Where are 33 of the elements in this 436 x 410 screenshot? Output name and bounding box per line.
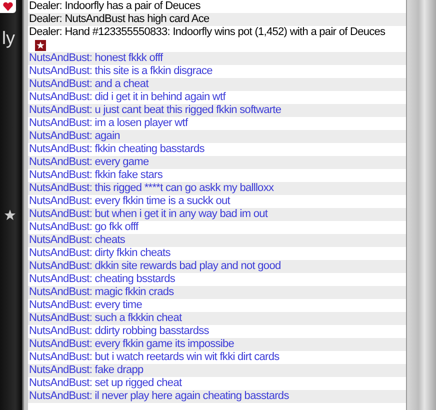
chat-message: NutsAndBust: every time bbox=[29, 299, 142, 311]
chat-message: NutsAndBust: cheating bsstards bbox=[29, 273, 176, 285]
chat-message: NutsAndBust: but i watch reetards win wit fkki dirt cards bbox=[29, 351, 280, 363]
chat-message: NutsAndBust: il never play here again cheating basstards bbox=[29, 390, 289, 402]
chat-message: NutsAndBust: every fkkin time is a suckk out bbox=[29, 195, 230, 207]
chat-message: NutsAndBust: but when i get it in any way bad im out bbox=[29, 208, 268, 220]
chat-message: NutsAndBust: cheats bbox=[29, 234, 126, 246]
dealer-message: Dealer: Indoorfly has a pair of Deuces bbox=[29, 0, 200, 12]
dealer-message: Dealer: NutsAndBust has high card Ace bbox=[29, 13, 210, 25]
chat-message: NutsAndBust: every fkkin game its impossibe bbox=[29, 338, 234, 350]
chat-message: NutsAndBust: ddirty robbing basstardss bbox=[29, 325, 209, 337]
card-icon bbox=[0, 0, 16, 13]
chat-message: NutsAndBust: did i get it in behind again wtf bbox=[29, 91, 226, 103]
chat-message: NutsAndBust: fkkin fake stars bbox=[29, 169, 163, 181]
chat-message: NutsAndBust: every game bbox=[29, 156, 149, 168]
chat-message: NutsAndBust: im a losen player wtf bbox=[29, 117, 188, 129]
chat-message: NutsAndBust: dirty fkkin cheats bbox=[29, 247, 170, 259]
chat-message: NutsAndBust: fkkin cheating basstards bbox=[29, 143, 204, 155]
chat-message: NutsAndBust: honest fkkk offf bbox=[29, 52, 163, 64]
chat-message: NutsAndBust: u just cant beat this rigged fkkin softwarte bbox=[29, 104, 282, 116]
chat-message: NutsAndBust: this site is a fkkin disgrace bbox=[29, 65, 212, 77]
chat-message: NutsAndBust: magic fkkin crads bbox=[29, 286, 174, 298]
chat-message: NutsAndBust: fake drapp bbox=[29, 364, 144, 376]
chat-message: NutsAndBust: again bbox=[29, 130, 120, 142]
chat-message: NutsAndBust: this rigged ****t can go askk my ballloxx bbox=[29, 182, 274, 194]
chat-message: NutsAndBust: go fkk offf bbox=[29, 221, 138, 233]
chat-message: NutsAndBust: and a cheat bbox=[29, 78, 148, 90]
star-icon bbox=[4, 209, 16, 221]
chat-message: NutsAndBust: such a fkkkin cheat bbox=[29, 312, 182, 324]
dealer-message: Dealer: Hand #123355550833: Indoorfly wins pot (1,452) with a pair of Deuces bbox=[29, 26, 386, 38]
table-name-fragment: ly bbox=[2, 27, 15, 49]
chat-message: NutsAndBust: set up rigged cheat bbox=[29, 377, 182, 389]
chat-message: NutsAndBust: dkkin site rewards bad play and not good bbox=[29, 260, 281, 272]
